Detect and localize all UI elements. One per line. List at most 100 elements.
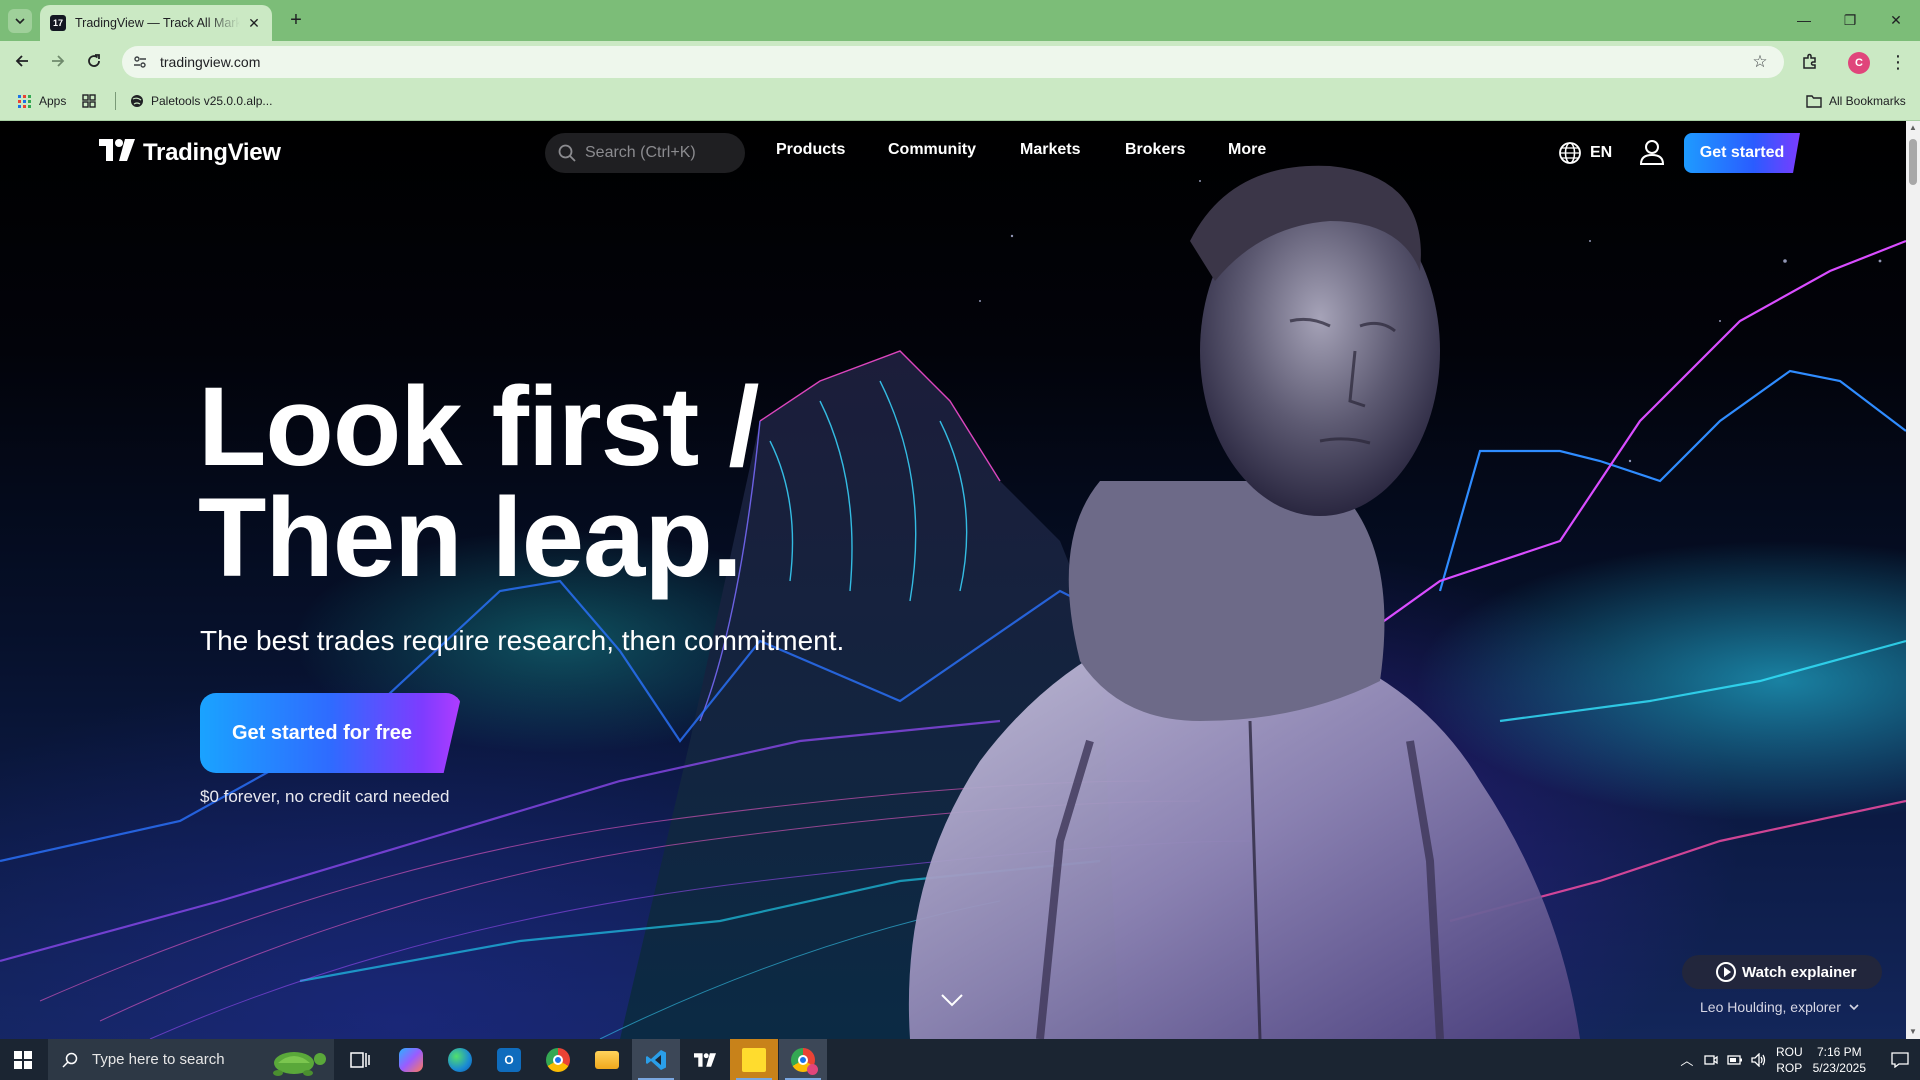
watch-explainer-button[interactable]: Watch explainer [1682,955,1882,989]
close-window-button[interactable]: ✕ [1874,6,1918,34]
headline-line-1: Look first / [198,364,759,489]
site-search-input[interactable]: Search (Ctrl+K) [545,133,745,173]
language-selector[interactable]: EN [1558,138,1612,168]
apps-grid-icon [18,94,31,108]
hero-headline: Look first / Then leap. [198,364,759,600]
input-language-line-1: ROU [1775,1044,1803,1059]
chrome-icon [546,1047,570,1072]
globe-icon [1559,142,1581,164]
clock-date: 5/23/2025 [1812,1060,1866,1075]
file-explorer-app[interactable] [583,1039,631,1080]
arrow-left-icon [15,55,28,67]
browser-tab-active[interactable]: 17 TradingView — Track All Markets ✕ [40,5,272,41]
back-button[interactable] [8,47,36,75]
input-language-line-2: ROP [1776,1060,1803,1075]
browser-tab-bar: 17 TradingView — Track All Markets ✕ + —… [0,0,1920,41]
all-bookmarks-label: All Bookmarks [1829,94,1906,108]
bookmarks-bar: Apps Paletools v25.0.0.alp... All Bookma… [0,81,1920,121]
bookmark-separator [115,92,116,110]
edge-icon [448,1047,472,1072]
search-placeholder: Search (Ctrl+K) [585,144,696,161]
play-icon [1716,962,1736,982]
vscode-icon [644,1048,668,1072]
all-bookmarks-button[interactable]: All Bookmarks [1806,91,1906,111]
edge-app[interactable] [436,1039,484,1080]
sticky-notes-icon [742,1047,766,1072]
outlook-app[interactable]: O [485,1039,533,1080]
minimize-window-button[interactable]: — [1782,6,1826,34]
headline-line-2: Then leap. [198,475,743,600]
reload-button[interactable] [80,47,108,75]
notification-icon [1891,1051,1909,1068]
chrome-app[interactable] [534,1039,582,1080]
cta-note: $0 forever, no credit card needed [200,787,450,806]
get-started-free-button[interactable]: Get started for free [200,693,462,773]
grid-icon [82,94,96,108]
close-tab-icon[interactable]: ✕ [246,15,262,31]
tradingview-logo[interactable]: TradingView [99,138,281,168]
scrollbar-thumb[interactable] [1909,139,1917,185]
notification-center-button[interactable] [1880,1039,1920,1080]
vscode-app[interactable] [632,1039,680,1080]
tradingview-app[interactable] [681,1039,729,1080]
page-scrollbar[interactable]: ▲ ▼ [1906,121,1920,1039]
taskbar-clock[interactable]: 7:16 PM 5/23/2025 [1813,1044,1866,1076]
task-view-button[interactable] [336,1039,384,1080]
chevron-down-icon [1849,1004,1859,1011]
photo-credit-label: Leo Houlding, explorer [1700,999,1841,1015]
tab-search-button[interactable] [8,9,32,33]
scroll-down-arrow-icon[interactable]: ▼ [1909,1028,1917,1036]
task-view-icon [350,1051,370,1068]
tab-groups-button[interactable] [82,91,96,111]
address-bar[interactable]: tradingview.com ☆ [122,46,1784,78]
url-text: tradingview.com [160,54,261,70]
photo-credit[interactable]: Leo Houlding, explorer [1700,999,1859,1015]
extensions-puzzle-icon[interactable] [1796,47,1824,75]
battery-icon[interactable] [1724,1054,1746,1066]
folder-icon [595,1050,619,1069]
copilot-icon [399,1047,423,1072]
windows-logo-icon [14,1050,32,1069]
user-account-icon[interactable] [1638,138,1666,166]
nav-markets[interactable]: Markets [1020,141,1080,159]
site-info-icon[interactable] [126,48,154,76]
restore-window-button[interactable]: ❐ [1828,6,1872,34]
start-button[interactable] [0,1039,46,1080]
volume-icon[interactable] [1748,1052,1770,1067]
reload-icon [88,54,100,67]
nav-brokers[interactable]: Brokers [1125,141,1185,159]
chrome-profile-app[interactable] [779,1039,827,1080]
turtle-search-highlight-icon [273,1052,326,1076]
sticky-notes-app[interactable] [730,1039,778,1080]
meet-now-icon[interactable] [1700,1053,1722,1067]
language-label: EN [1590,144,1613,161]
header-get-started-button[interactable]: Get started [1684,133,1800,173]
paletools-bookmark[interactable]: Paletools v25.0.0.alp... [130,91,272,111]
show-hidden-icons-chevron-icon[interactable]: ︿ [1676,1050,1698,1069]
nav-community[interactable]: Community [888,141,976,159]
hero-subheading: The best trades require research, then c… [200,625,845,656]
tradingview-logo-icon [99,138,135,168]
outlook-icon: O [497,1047,521,1072]
search-icon [62,1052,78,1068]
apps-bookmark[interactable]: Apps [18,91,66,111]
input-language-indicator[interactable]: ROU ROP [1776,1044,1803,1076]
nav-products[interactable]: Products [776,141,845,159]
new-tab-button[interactable]: + [282,8,310,32]
scroll-up-arrow-icon[interactable]: ▲ [1909,124,1917,132]
logo-text: TradingView [143,139,281,166]
tradingview-app-icon [693,1048,717,1072]
forward-button[interactable] [44,47,72,75]
site-header: TradingView Search (Ctrl+K) Products Com… [0,121,1906,185]
bookmark-star-icon[interactable]: ☆ [1748,50,1772,74]
profile-avatar[interactable]: C [1848,52,1870,74]
copilot-app[interactable] [387,1039,435,1080]
search-icon [557,143,577,163]
nav-more[interactable]: More [1228,141,1266,159]
scroll-down-chevron-icon[interactable] [940,991,964,1009]
tradingview-favicon-icon: 17 [50,15,66,31]
tradingview-page: TradingView Search (Ctrl+K) Products Com… [0,121,1906,1039]
chevron-down-icon [15,18,25,25]
browser-menu-icon[interactable]: ⋮ [1888,48,1908,76]
globe-favicon-icon [131,95,143,107]
